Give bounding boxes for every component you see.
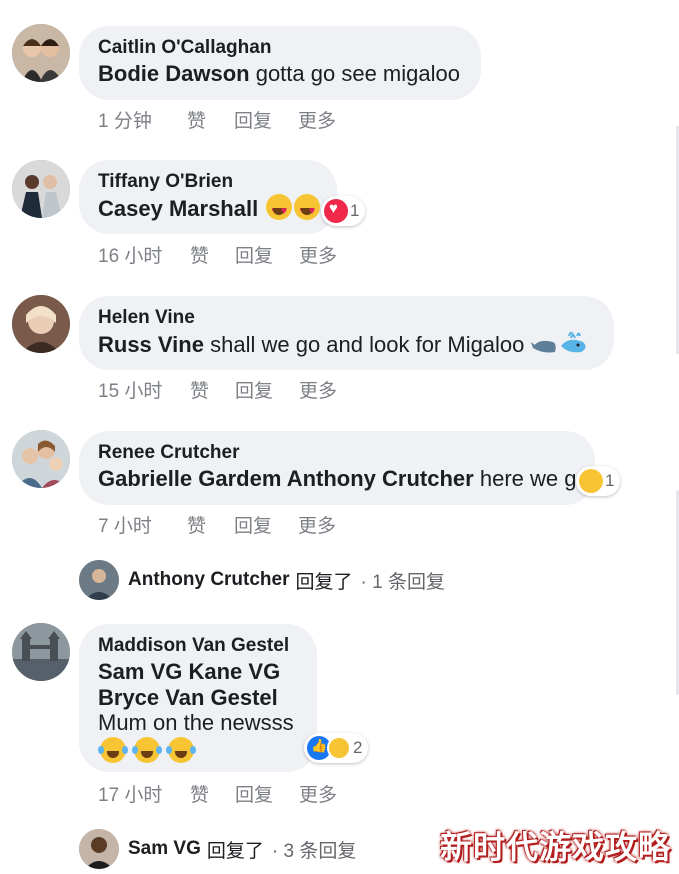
comment-text: Casey Marshall bbox=[98, 194, 321, 225]
more-button[interactable]: 更多 bbox=[299, 376, 337, 403]
avatar[interactable] bbox=[12, 24, 70, 82]
more-button[interactable]: 更多 bbox=[299, 241, 337, 268]
reply-button[interactable]: 回复 bbox=[234, 106, 298, 133]
comment-author[interactable]: Maddison Van Gestel bbox=[98, 634, 299, 658]
comment-bubble: Helen Vine Russ Vine shall we go and loo… bbox=[79, 296, 614, 370]
tagged-user[interactable]: Bodie Dawson bbox=[98, 61, 250, 86]
view-replies-link[interactable]: Sam VG 回复了 · 3 条回复 bbox=[79, 829, 356, 869]
comment-bubble: Renee Crutcher Gabrielle Gardem Anthony … bbox=[79, 431, 595, 505]
like-button[interactable]: 赞 bbox=[187, 106, 234, 133]
reply-verb: 回复了 bbox=[206, 840, 264, 862]
reaction-badge[interactable]: 2 bbox=[304, 733, 369, 763]
comment-author[interactable]: Renee Crutcher bbox=[98, 441, 577, 465]
comment-message: shall we go and look for Migaloo bbox=[210, 332, 525, 357]
reply-button[interactable]: 回复 bbox=[235, 241, 299, 268]
comment-message: gotta go see migaloo bbox=[255, 61, 460, 86]
comment-bubble: Tiffany O'Brien Casey Marshall bbox=[79, 160, 337, 234]
comment-time: 1 分钟 bbox=[98, 111, 152, 132]
tears-of-joy-emoji bbox=[166, 737, 197, 763]
heart-eyes-emoji bbox=[266, 194, 293, 225]
reaction-badge[interactable]: 1 bbox=[576, 466, 621, 496]
comment-bubble: Caitlin O'Callaghan Bodie Dawson gotta g… bbox=[79, 26, 481, 100]
comment-author[interactable]: Tiffany O'Brien bbox=[98, 170, 319, 194]
tagged-user[interactable]: Casey Marshall bbox=[98, 196, 258, 221]
tagged-user[interactable]: Bryce Van Gestel bbox=[98, 684, 299, 712]
comment-time: 15 小时 bbox=[98, 381, 163, 402]
emoji-row bbox=[98, 737, 299, 766]
reaction-count: 1 bbox=[350, 201, 360, 220]
comment-message: Mum on the newsss bbox=[98, 710, 294, 735]
reply-author[interactable]: Sam VG bbox=[128, 838, 201, 860]
avatar[interactable] bbox=[12, 623, 70, 681]
reply-button[interactable]: 回复 bbox=[234, 511, 298, 538]
comment-author[interactable]: Helen Vine bbox=[98, 306, 596, 330]
comment-actions: 1 分钟 赞 回复 更多 bbox=[98, 106, 336, 133]
avatar[interactable] bbox=[12, 295, 70, 353]
reply-button[interactable]: 回复 bbox=[235, 376, 299, 403]
tagged-user[interactable]: Sam VG Kane VG bbox=[98, 658, 299, 686]
comment-actions: 17 小时 赞 回复 更多 bbox=[98, 780, 337, 807]
comment-author[interactable]: Caitlin O'Callaghan bbox=[98, 36, 463, 60]
haha-reaction-icon bbox=[327, 736, 351, 760]
like-button[interactable]: 赞 bbox=[190, 780, 235, 807]
avatar bbox=[79, 829, 119, 869]
reply-count[interactable]: · 1 条回复 bbox=[361, 567, 445, 594]
like-button[interactable]: 赞 bbox=[190, 241, 235, 268]
haha-reaction-icon bbox=[579, 469, 603, 493]
comment-time: 7 小时 bbox=[98, 516, 152, 537]
tears-of-joy-emoji bbox=[98, 737, 128, 763]
comment-text: Bodie Dawson gotta go see migaloo bbox=[98, 60, 463, 88]
tagged-user[interactable]: Russ Vine bbox=[98, 332, 204, 357]
more-button[interactable]: 更多 bbox=[299, 780, 337, 807]
whale-emoji bbox=[530, 331, 586, 353]
comment-time: 16 小时 bbox=[98, 246, 163, 267]
love-reaction-icon bbox=[324, 199, 348, 223]
comment-actions: 16 小时 赞 回复 更多 bbox=[98, 241, 337, 268]
reaction-count: 1 bbox=[605, 471, 615, 490]
comment-actions: 15 小时 赞 回复 更多 bbox=[98, 376, 337, 403]
more-button[interactable]: 更多 bbox=[298, 511, 336, 538]
reply-count[interactable]: · 3 条回复 bbox=[272, 836, 356, 863]
comment-text: Russ Vine shall we go and look for Migal… bbox=[98, 330, 596, 359]
reply-author[interactable]: Anthony Crutcher bbox=[128, 569, 290, 591]
reaction-count: 2 bbox=[353, 738, 363, 757]
avatar[interactable] bbox=[12, 430, 70, 488]
comment-message: here we go bbox=[479, 466, 589, 491]
comment-actions: 7 小时 赞 回复 更多 bbox=[98, 511, 336, 538]
view-replies-link[interactable]: Anthony Crutcher 回复了 · 1 条回复 bbox=[79, 560, 445, 600]
watermark: 新时代游戏攻略 bbox=[439, 829, 671, 865]
heart-eyes-emoji bbox=[294, 194, 321, 225]
like-button[interactable]: 赞 bbox=[190, 376, 235, 403]
avatar bbox=[79, 560, 119, 600]
comment-bubble: Maddison Van Gestel Sam VG Kane VG Bryce… bbox=[79, 624, 317, 772]
avatar[interactable] bbox=[12, 160, 70, 218]
comment-time: 17 小时 bbox=[98, 785, 163, 806]
tagged-user[interactable]: Gabrielle Gardem Anthony Crutcher bbox=[98, 466, 474, 491]
tears-of-joy-emoji bbox=[132, 737, 163, 763]
reaction-badge[interactable]: 1 bbox=[321, 196, 366, 226]
like-button[interactable]: 赞 bbox=[187, 511, 234, 538]
comment-text: Gabrielle Gardem Anthony Crutcher here w… bbox=[98, 465, 589, 493]
reply-verb: 回复了 bbox=[295, 571, 353, 593]
reply-button[interactable]: 回复 bbox=[235, 780, 299, 807]
more-button[interactable]: 更多 bbox=[298, 106, 336, 133]
